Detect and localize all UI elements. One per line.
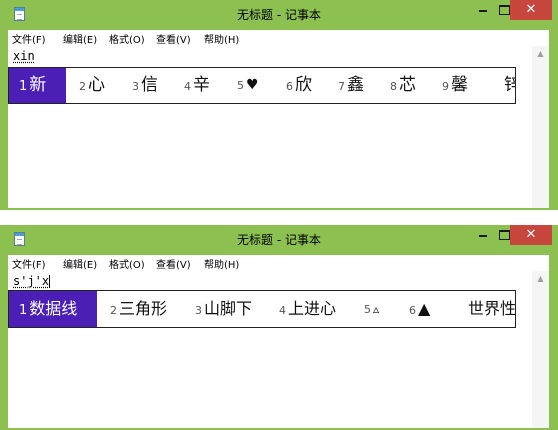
candidate-5[interactable]: 5 ▵ xyxy=(364,291,379,327)
menu-format[interactable]: 格式(O) xyxy=(109,256,145,271)
menu-format[interactable]: 格式(O) xyxy=(109,31,145,46)
candidate-10[interactable]: 锌 xyxy=(504,68,515,103)
candidate-7[interactable]: 世界性 xyxy=(468,291,515,327)
candidate-5[interactable]: 5 ♥ xyxy=(237,68,259,103)
scroll-up-icon[interactable]: ▲ xyxy=(532,273,549,285)
menu-bar: 文件(F) 编辑(E) 格式(O) 查看(V) 帮助(H) xyxy=(8,255,549,271)
candidate-4[interactable]: 4 上进心 xyxy=(279,291,336,327)
menu-file[interactable]: 文件(F) xyxy=(12,31,46,46)
ime-candidate-bar: 1 数据线 2 三角形 3 山脚下 4 上进心 5 ▵ 6 ▲ 世界性 xyxy=(8,290,516,328)
candidate-1[interactable]: 1新 xyxy=(9,68,66,103)
triangle-icon: ▲ xyxy=(418,299,431,318)
candidate-8[interactable]: 8芯 xyxy=(390,68,416,103)
candidate-4[interactable]: 4辛 xyxy=(184,68,210,103)
menu-bar: 文件(F) 编辑(E) 格式(O) 查看(V) 帮助(H) xyxy=(8,30,549,46)
maximize-icon xyxy=(498,229,510,240)
candidate-2[interactable]: 2心 xyxy=(79,68,105,103)
vertical-scrollbar[interactable]: ▲ xyxy=(532,271,549,428)
title-bar[interactable]: 无标题 - 记事本 ✕ xyxy=(0,0,558,30)
text-cursor xyxy=(49,275,51,288)
menu-view[interactable]: 查看(V) xyxy=(156,31,191,46)
menu-file[interactable]: 文件(F) xyxy=(12,256,46,271)
menu-edit[interactable]: 编辑(E) xyxy=(63,256,97,271)
composition-text: s'j'x xyxy=(13,274,51,288)
composition-text: xin xyxy=(13,49,35,63)
vertical-scrollbar[interactable]: ▲ xyxy=(532,46,549,208)
scroll-up-icon[interactable]: ▲ xyxy=(532,48,549,60)
ime-candidate-bar: 1新 2心 3信 4辛 5♥ 6欣 7鑫 8芯 9馨 锌 xyxy=(8,67,516,104)
title-bar[interactable]: 无标题 - 记事本 ✕ xyxy=(0,225,558,255)
heart-icon: ♥ xyxy=(246,77,259,93)
maximize-icon xyxy=(498,4,510,15)
candidate-7[interactable]: 7鑫 xyxy=(338,68,364,103)
menu-edit[interactable]: 编辑(E) xyxy=(63,31,97,46)
candidate-6[interactable]: 6欣 xyxy=(286,68,312,103)
minimize-icon xyxy=(479,9,487,12)
close-button[interactable]: ✕ xyxy=(510,225,552,245)
candidate-2[interactable]: 2 三角形 xyxy=(110,291,167,327)
minimize-icon xyxy=(479,234,487,237)
notepad-window-2: 无标题 - 记事本 ✕ 文件(F) 编辑(E) 格式(O) 查看(V) 帮助(H… xyxy=(0,225,558,430)
candidate-9[interactable]: 9馨 xyxy=(442,68,468,103)
menu-help[interactable]: 帮助(H) xyxy=(204,256,239,271)
candidate-3[interactable]: 3 山脚下 xyxy=(195,291,252,327)
candidate-1[interactable]: 1 数据线 xyxy=(9,291,97,327)
small-triangle-icon: ▵ xyxy=(373,302,380,316)
menu-help[interactable]: 帮助(H) xyxy=(204,31,239,46)
candidate-3[interactable]: 3信 xyxy=(132,68,158,103)
menu-view[interactable]: 查看(V) xyxy=(156,256,191,271)
candidate-6[interactable]: 6 ▲ xyxy=(409,291,430,327)
notepad-window-1: 无标题 - 记事本 ✕ 文件(F) 编辑(E) 格式(O) 查看(V) 帮助(H… xyxy=(0,0,558,210)
close-button[interactable]: ✕ xyxy=(510,0,552,20)
